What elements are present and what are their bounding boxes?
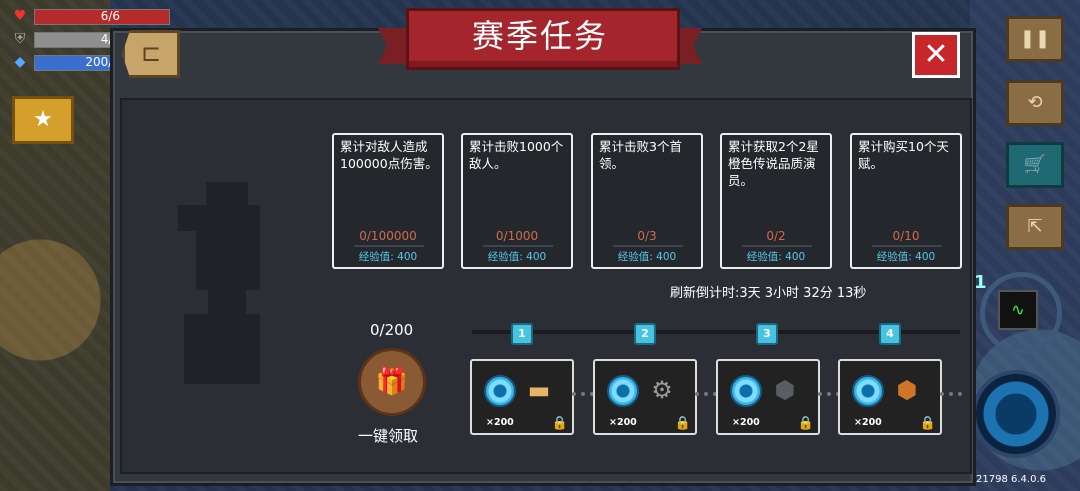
level-marker: 4 xyxy=(879,323,901,345)
quest-description: 累计获取2个2星橙色传说品质演员。 xyxy=(728,139,819,188)
title-banner: 赛季任务 xyxy=(378,6,702,72)
close-button[interactable]: ✕ xyxy=(912,32,960,78)
star-button[interactable]: ★ xyxy=(12,96,74,144)
quest-xp: 经验值: 400 xyxy=(617,251,677,263)
energy-value: 200/2 xyxy=(85,55,120,69)
lock-icon: 🔒 xyxy=(919,416,936,431)
reward-quantity: ×200 xyxy=(609,417,637,428)
heartbeat-icon: ∿ xyxy=(1011,300,1025,319)
blue-coin-icon xyxy=(730,375,762,407)
shop-button[interactable]: 🛒 xyxy=(1006,142,1064,188)
cart-icon: 🛒 xyxy=(1023,154,1047,175)
shield-icon: ⛨ xyxy=(14,31,26,47)
reward-slot[interactable]: ⬢ ×200 🔒 xyxy=(716,359,820,435)
heart-icon: ♥ xyxy=(13,8,27,24)
back-button[interactable]: ⊏ xyxy=(122,30,180,78)
armor-value: 4/4 xyxy=(34,31,120,47)
swap-weapon-button[interactable]: ⟲ xyxy=(1006,80,1064,126)
gear-icon: ⚙ xyxy=(651,376,673,404)
vortex-skill-button[interactable] xyxy=(972,370,1060,458)
quest-card: 累计击败3个首领。 0/3 经验值: 400 xyxy=(591,133,703,269)
quest-description: 累计击败3个首领。 xyxy=(599,139,682,171)
quest-card: 累计击败1000个敌人。 0/1000 经验值: 400 xyxy=(461,133,573,269)
reward-quantity: ×200 xyxy=(854,417,882,428)
hp-value: 6/6 xyxy=(100,9,120,23)
swap-icon: ⟲ xyxy=(1027,92,1043,113)
quest-card: 累计购买10个天赋。 0/10 经验值: 400 xyxy=(850,133,962,269)
quest-xp: 经验值: 400 xyxy=(358,251,418,263)
close-icon: ✕ xyxy=(923,37,949,72)
gift-button[interactable]: 🎁 xyxy=(358,348,426,416)
lock-icon: 🔒 xyxy=(797,416,814,431)
pause-icon: ❚❚ xyxy=(1019,28,1051,49)
pause-button[interactable]: ❚❚ xyxy=(1006,16,1064,62)
wood-plank-icon: ▬ xyxy=(527,376,551,404)
quest-progress: 0/10 xyxy=(892,229,920,243)
blue-coin-icon xyxy=(607,375,639,407)
skill-button[interactable]: ∿ xyxy=(998,290,1038,330)
star-icon: ★ xyxy=(33,107,53,132)
copper-ore-icon: ⬢ xyxy=(896,376,918,404)
reward-slot[interactable]: ▬ ×200 🔒 xyxy=(470,359,574,435)
exit-button[interactable]: ⇱ xyxy=(1006,204,1064,250)
quest-progress: 0/1000 xyxy=(495,229,539,243)
reward-quantity: ×200 xyxy=(732,417,760,428)
hp-bar: ♥ 6/6 xyxy=(10,8,170,25)
lock-icon: 🔒 xyxy=(551,416,568,431)
quest-description: 累计购买10个天赋。 xyxy=(858,139,949,171)
reward-slot[interactable]: ⚙ ×200 🔒 xyxy=(593,359,697,435)
lock-icon: 🔒 xyxy=(674,416,691,431)
blue-coin-icon xyxy=(852,375,884,407)
iron-ore-icon: ⬢ xyxy=(774,376,796,404)
quest-progress: 0/3 xyxy=(637,229,657,243)
back-arrow-icon: ⊏ xyxy=(140,39,162,67)
gift-box-icon: 🎁 xyxy=(375,367,409,397)
reward-quantity: ×200 xyxy=(486,417,514,428)
gift-progress: 0/200 xyxy=(370,321,414,339)
level-marker: 2 xyxy=(634,323,656,345)
claim-all-label[interactable]: 一键领取 xyxy=(358,425,418,446)
quest-progress: 0/2 xyxy=(766,229,786,243)
quest-xp: 经验值: 400 xyxy=(746,251,806,263)
quest-xp: 经验值: 400 xyxy=(876,251,936,263)
blue-coin-icon xyxy=(484,375,516,407)
level-marker: 1 xyxy=(511,323,533,345)
quest-description: 累计击败1000个敌人。 xyxy=(469,139,564,171)
energy-diamond-icon: ◆ xyxy=(14,54,26,70)
quest-progress: 0/100000 xyxy=(359,229,417,243)
panel-title: 赛季任务 xyxy=(471,17,608,55)
quest-description: 累计对敌人造成100000点伤害。 xyxy=(340,139,438,171)
level-marker: 3 xyxy=(756,323,778,345)
refresh-countdown: 刷新倒计时:3天 3小时 32分 13秒 xyxy=(670,286,867,301)
quest-card: 累计对敌人造成100000点伤害。 0/100000 经验值: 400 xyxy=(332,133,444,269)
reward-slot[interactable]: ⬢ ×200 🔒 xyxy=(838,359,942,435)
quest-card: 累计获取2个2星橙色传说品质演员。 0/2 经验值: 400 xyxy=(720,133,832,269)
exit-icon: ⇱ xyxy=(1027,216,1043,237)
quest-xp: 经验值: 400 xyxy=(487,251,547,263)
